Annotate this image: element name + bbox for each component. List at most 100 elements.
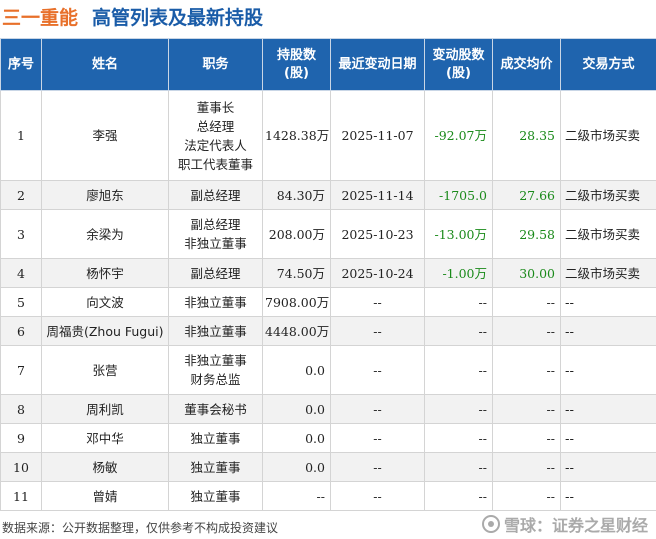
cell-trade-method: -- [560,394,656,424]
cell-trade-method: -- [560,316,656,346]
cell-shares: 0.0 [262,394,331,424]
cell-date: -- [330,287,425,317]
cell-shares: -- [262,481,331,511]
cell-change: -- [424,481,493,511]
cell-index: 5 [0,287,42,317]
title-bar: 三一重能 高管列表及最新持股 [0,0,656,34]
cell-trade-method: -- [560,481,656,511]
cell-name: 李强 [41,90,169,181]
cell-price: -- [492,452,561,482]
cell-trade-method: 二级市场买卖 [560,258,656,288]
table-row: 6 周福贵(Zhou Fugui) 非独立董事 4448.00万 -- -- -- -- [0,316,656,346]
cell-price: 30.00 [492,258,561,288]
cell-change: -- [424,316,493,346]
cell-name: 邓中华 [41,423,169,453]
cell-name: 张营 [41,345,169,395]
cell-index: 2 [0,180,42,210]
role-line: 副总经理 [190,217,241,232]
cell-date: 2025-10-24 [330,258,425,288]
cell-role: 副总经理 非独立董事 [168,209,263,259]
cell-change: -- [424,452,493,482]
cell-name: 周福贵(Zhou Fugui) [41,316,169,346]
cell-price: -- [492,423,561,453]
table-row: 7 张营 非独立董事 财务总监 0.0 -- -- -- -- [0,345,656,395]
cell-change: -- [424,345,493,395]
cell-index: 8 [0,394,42,424]
table-row: 4 杨怀宇 副总经理 74.50万 2025-10-24 -1.00万 30.00 二级市场买… [0,258,656,288]
table-row: 10 杨敏 独立董事 0.0 -- -- -- -- [0,452,656,482]
role-line: 董事长 [196,99,235,115]
cell-change: -- [424,423,493,453]
cell-role: 独立董事 [168,423,263,453]
cell-change: -13.00万 [424,209,493,259]
cell-shares: 84.30万 [262,180,331,210]
cell-role: 独立董事 [168,481,263,511]
role-line: 副总经理 [190,265,241,281]
cell-change: -1.00万 [424,258,493,288]
cell-date: -- [330,423,425,453]
role-line: 独立董事 [190,488,241,504]
cell-role: 副总经理 [168,180,263,210]
cell-shares: 74.50万 [262,258,331,288]
cell-role: 董事长 总经理 法定代表人 职工代表董事 [168,90,263,181]
cell-role: 非独立董事 财务总监 [168,345,263,395]
cell-price: -- [492,316,561,346]
header-shares: 持股数 (股) [262,38,331,91]
page-title: 高管列表及最新持股 [92,7,264,29]
cell-shares: 7908.00万 [262,287,331,317]
cell-index: 1 [0,90,42,181]
cell-name: 廖旭东 [41,180,169,210]
table-header-row: 序号 姓名 职务 持股数 (股) 最近变动日期 变动股数 (股) 成交均价 交易方式 [0,38,656,91]
cell-role: 副总经理 [168,258,263,288]
cell-name: 杨怀宇 [41,258,169,288]
cell-change: -92.07万 [424,90,493,181]
cell-price: -- [492,394,561,424]
role-line: 非独立董事 [184,294,247,310]
cell-trade-method: 二级市场买卖 [560,180,656,210]
cell-trade-method: 二级市场买卖 [560,90,656,181]
table-row: 11 曾婧 独立董事 -- -- -- -- -- [0,481,656,511]
cell-date: 2025-11-07 [330,90,425,181]
role-line: 职工代表董事 [177,156,253,172]
table-body: 1 李强 董事长 总经理 法定代表人 职工代表董事 1428.38万 2025-11-07 -9… [0,90,656,511]
role-line: 独立董事 [190,459,241,475]
role-line: 副总经理 [190,187,241,203]
cell-name: 余梁为 [41,209,169,259]
cell-change: -- [424,287,493,317]
cell-trade-method: -- [560,452,656,482]
cell-index: 3 [0,209,42,259]
cell-date: 2025-10-23 [330,209,425,259]
cell-price: 28.35 [492,90,561,181]
cell-change: -1705.0 [424,180,493,210]
cell-date: -- [330,481,425,511]
cell-date: 2025-11-14 [330,180,425,210]
header-avg-price: 成交均价 [492,38,561,91]
cell-shares: 0.0 [262,423,331,453]
role-line: 非独立董事 [184,236,247,251]
cell-price: 29.58 [492,209,561,259]
cell-date: -- [330,345,425,395]
header-trade-method: 交易方式 [560,38,656,91]
cell-date: -- [330,452,425,482]
cell-shares: 1428.38万 [262,90,331,181]
role-line: 总经理 [196,118,235,134]
table-row: 1 李强 董事长 总经理 法定代表人 职工代表董事 1428.38万 2025-11-07 -9… [0,90,656,181]
header-change-shares: 变动股数 (股) [424,38,493,91]
data-source-note: 数据来源：公开数据整理，仅供参考不构成投资建议 [2,521,279,535]
cell-index: 6 [0,316,42,346]
cell-price: 27.66 [492,180,561,210]
cell-role: 董事会秘书 [168,394,263,424]
table-row: 2 廖旭东 副总经理 84.30万 2025-11-14 -1705.0 27.66 二级市场… [0,180,656,210]
cell-shares: 4448.00万 [262,316,331,346]
table-row: 8 周利凯 董事会秘书 0.0 -- -- -- -- [0,394,656,424]
cell-trade-method: 二级市场买卖 [560,209,656,259]
cell-name: 曾婧 [41,481,169,511]
role-line: 财务总监 [190,372,241,387]
header-name: 姓名 [41,38,169,91]
table-row: 3 余梁为 副总经理 非独立董事 208.00万 2025-10-23 -13.00万 29.… [0,209,656,259]
table-row: 5 向文波 非独立董事 7908.00万 -- -- -- -- [0,287,656,317]
cell-price: -- [492,345,561,395]
cell-index: 7 [0,345,42,395]
cell-trade-method: -- [560,423,656,453]
role-line: 非独立董事 [184,353,247,368]
